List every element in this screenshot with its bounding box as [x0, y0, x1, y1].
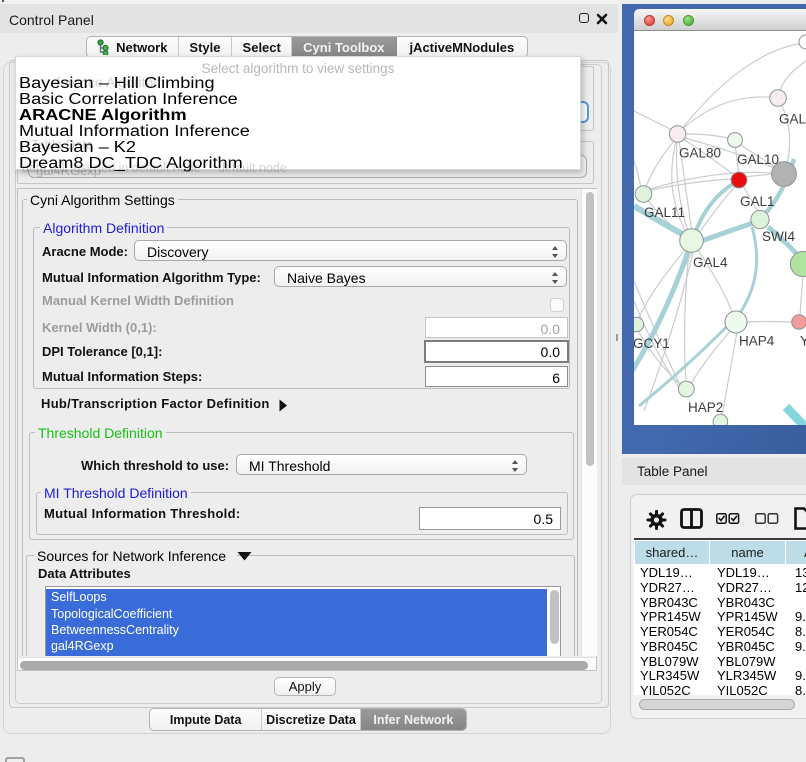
svg-text:GAL11: GAL11	[644, 205, 685, 220]
svg-text:GAL10: GAL10	[737, 152, 779, 167]
svg-text:SWI4: SWI4	[762, 229, 795, 244]
svg-text:HAP2: HAP2	[688, 400, 723, 415]
svg-text:GAL4: GAL4	[693, 255, 728, 270]
svg-text:GAL1: GAL1	[740, 194, 775, 209]
svg-text:Y: Y	[800, 334, 806, 349]
svg-text:HAP4: HAP4	[739, 334, 775, 349]
svg-text:GAL: GAL	[779, 112, 806, 127]
svg-text:GCY1: GCY1	[634, 336, 670, 351]
svg-text:GAL80: GAL80	[679, 146, 721, 161]
